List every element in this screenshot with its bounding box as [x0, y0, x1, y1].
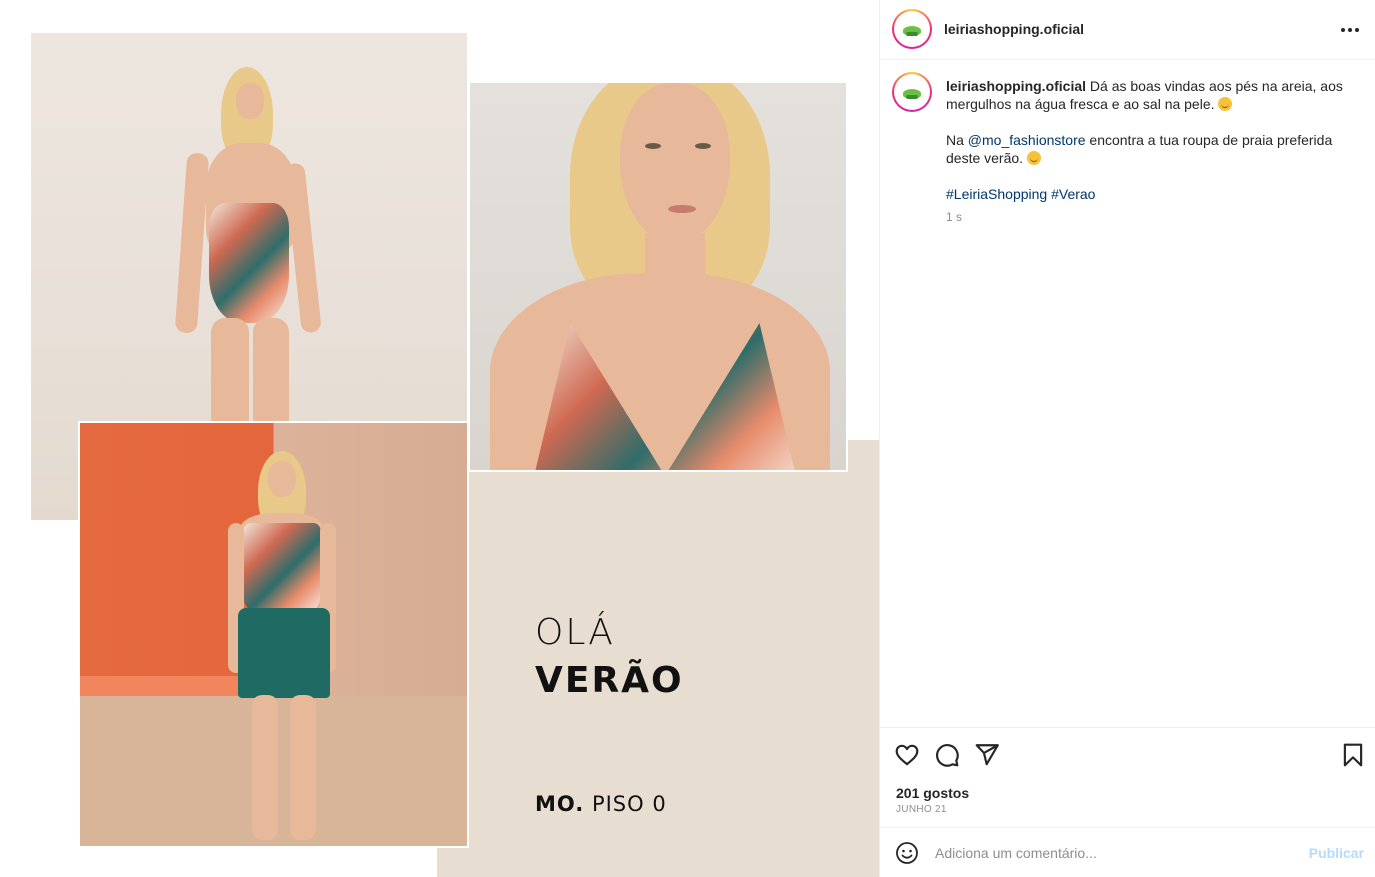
comment-icon[interactable] — [934, 742, 960, 768]
photo-model-closeup — [468, 81, 848, 472]
post-caption: leiriashopping.oficial Dá as boas vindas… — [946, 77, 1356, 203]
caption-username[interactable]: leiriashopping.oficial — [946, 78, 1086, 94]
post-actions: 201 gostos JUNHO 21 — [880, 727, 1375, 827]
bookmark-icon[interactable] — [1340, 742, 1366, 768]
author-username[interactable]: leiriashopping.oficial — [944, 21, 1084, 37]
collage-title-line2: VERÃO — [535, 660, 684, 701]
post-side-panel: leiriashopping.oficial leiriashopping.of… — [879, 0, 1375, 877]
photo-model-front — [78, 421, 469, 848]
post-image[interactable]: OLÁ VERÃO MO. PISO 0 — [0, 0, 879, 877]
publish-button[interactable]: Publicar — [1309, 845, 1364, 861]
store-brand: MO. — [535, 792, 585, 816]
leiria-logo-icon — [897, 14, 927, 44]
smiling-face-emoji-icon — [1218, 97, 1233, 111]
caption-timestamp[interactable]: 1 s — [946, 210, 962, 224]
post-header: leiriashopping.oficial — [880, 0, 1375, 60]
hashtag-link-1[interactable]: #LeiriaShopping — [946, 186, 1047, 202]
comment-input[interactable] — [935, 842, 1295, 864]
collage-title-line1: OLÁ — [535, 612, 615, 653]
store-floor: PISO 0 — [591, 792, 667, 816]
smiling-face-emoji-icon — [1026, 151, 1041, 165]
heart-icon[interactable] — [894, 742, 920, 768]
author-avatar[interactable] — [892, 9, 932, 49]
caption-text-2-prefix: Na — [946, 132, 964, 148]
mention-link[interactable]: @mo_fashionstore — [968, 132, 1086, 148]
post-date: JUNHO 21 — [896, 804, 947, 815]
smile-icon[interactable] — [895, 841, 919, 865]
more-options-icon[interactable] — [1338, 18, 1362, 42]
likes-count[interactable]: 201 gostos — [896, 785, 969, 801]
comment-bar: Publicar — [880, 827, 1375, 877]
caption-avatar[interactable] — [892, 72, 932, 112]
hashtag-link-2[interactable]: #Verao — [1051, 186, 1095, 202]
collage-store-location: MO. PISO 0 — [535, 792, 667, 816]
send-icon[interactable] — [974, 742, 1000, 768]
leiria-logo-icon — [897, 77, 927, 107]
